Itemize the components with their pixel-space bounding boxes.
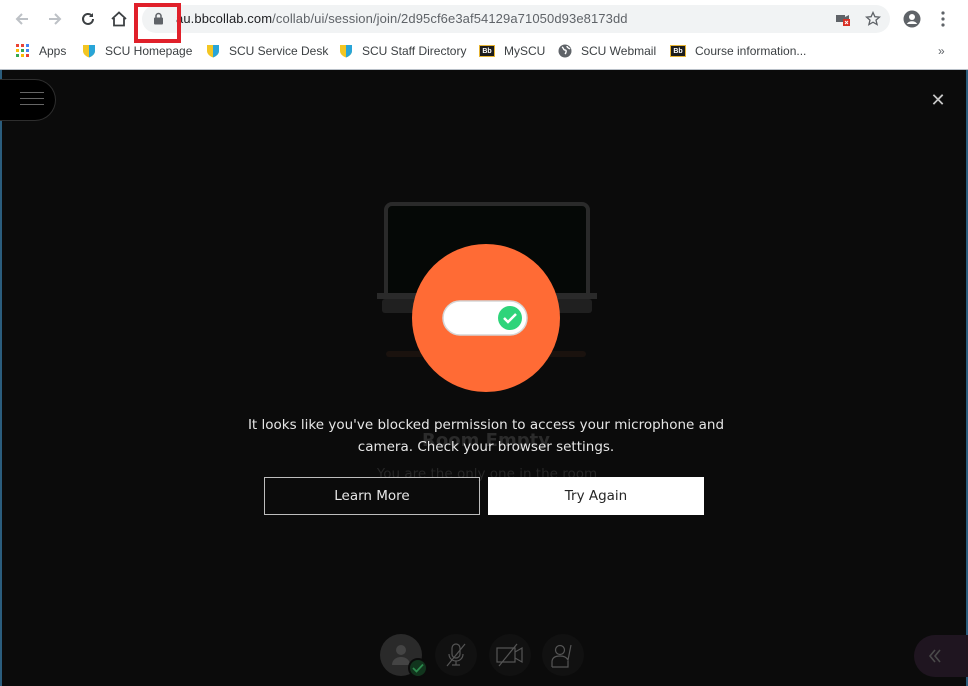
bookmark-label: Apps [39,44,67,58]
lock-highlight-annotation [134,3,181,43]
raise-hand-button[interactable] [542,634,584,676]
learn-more-button[interactable]: Learn More [264,477,480,515]
account-circle-icon[interactable] [903,10,921,28]
arrow-left-icon [15,13,28,25]
bookmark-label: SCU Service Desk [229,44,329,58]
bookmark-label: MySCU [504,44,546,58]
scu-shield-icon [340,45,352,58]
close-icon[interactable]: ✕ [928,90,948,111]
microphone-off-icon [446,643,466,667]
forward-button[interactable] [43,7,67,31]
bookmarks-bar: Apps SCU Homepage SCU Service Desk SCU S… [0,38,968,64]
chevron-double-left-icon [928,649,941,663]
microphone-toggle-button[interactable] [435,634,477,676]
bookmark-apps[interactable]: Apps [16,42,66,60]
session-menu-button[interactable] [0,79,56,121]
browser-chrome: au.bbcollab.com/collab/ui/session/join/2… [0,0,968,70]
url-host: au.bbcollab.com [176,11,273,26]
bookmark-scu-staff-directory[interactable]: SCU Staff Directory [339,42,466,60]
bookmarks-overflow-button[interactable]: » [938,42,945,60]
bookmark-myscu[interactable]: Bb MySCU [479,42,545,60]
home-button[interactable] [107,7,131,31]
raise-hand-icon [551,644,572,668]
camera-blocked-icon[interactable] [836,13,852,27]
bookmark-label: SCU Staff Directory [362,44,467,58]
blackboard-icon: Bb [479,45,495,57]
hamburger-icon [20,92,44,93]
bookmark-scu-service-desk[interactable]: SCU Service Desk [206,42,328,60]
open-panel-button[interactable] [914,635,968,677]
address-bar[interactable]: au.bbcollab.com/collab/ui/session/join/2… [142,5,890,33]
camera-off-icon [496,643,523,667]
blackboard-icon: Bb [670,45,686,57]
scu-shield-icon [207,45,219,58]
status-check-badge [408,658,428,678]
bookmark-label: SCU Homepage [105,44,193,58]
more-vertical-icon[interactable] [940,10,946,28]
globe-icon [558,44,572,58]
hamburger-icon-line [20,104,44,105]
url-path: /collab/ui/session/join/2d95cf6e3af54129… [272,11,628,26]
reload-button[interactable] [76,7,100,31]
camera-toggle-button[interactable] [489,634,531,676]
check-icon [412,663,424,673]
check-knob [498,306,522,330]
reload-icon [82,12,94,25]
back-button[interactable] [10,7,34,31]
apps-grid-icon [16,44,29,57]
try-again-button[interactable]: Try Again [488,477,704,515]
home-icon [111,11,127,27]
permission-blocked-message: It looks like you've blocked permission … [247,417,725,455]
bookmark-label: Course information... [695,44,807,58]
bookmark-course-information[interactable]: Bb Course information... [670,42,806,60]
collaborate-session: ✕ Room Empty You are the only one in the… [0,70,968,686]
bookmark-label: SCU Webmail [581,44,657,58]
url-text[interactable]: au.bbcollab.com/collab/ui/session/join/2… [176,11,628,26]
bookmark-scu-webmail[interactable]: SCU Webmail [558,42,656,60]
star-icon[interactable] [865,11,881,27]
arrow-right-icon [49,13,62,25]
scu-shield-icon [83,45,95,58]
permission-illustration [377,202,597,392]
bookmark-scu-homepage[interactable]: SCU Homepage [82,42,192,60]
hamburger-icon-line [20,98,44,99]
